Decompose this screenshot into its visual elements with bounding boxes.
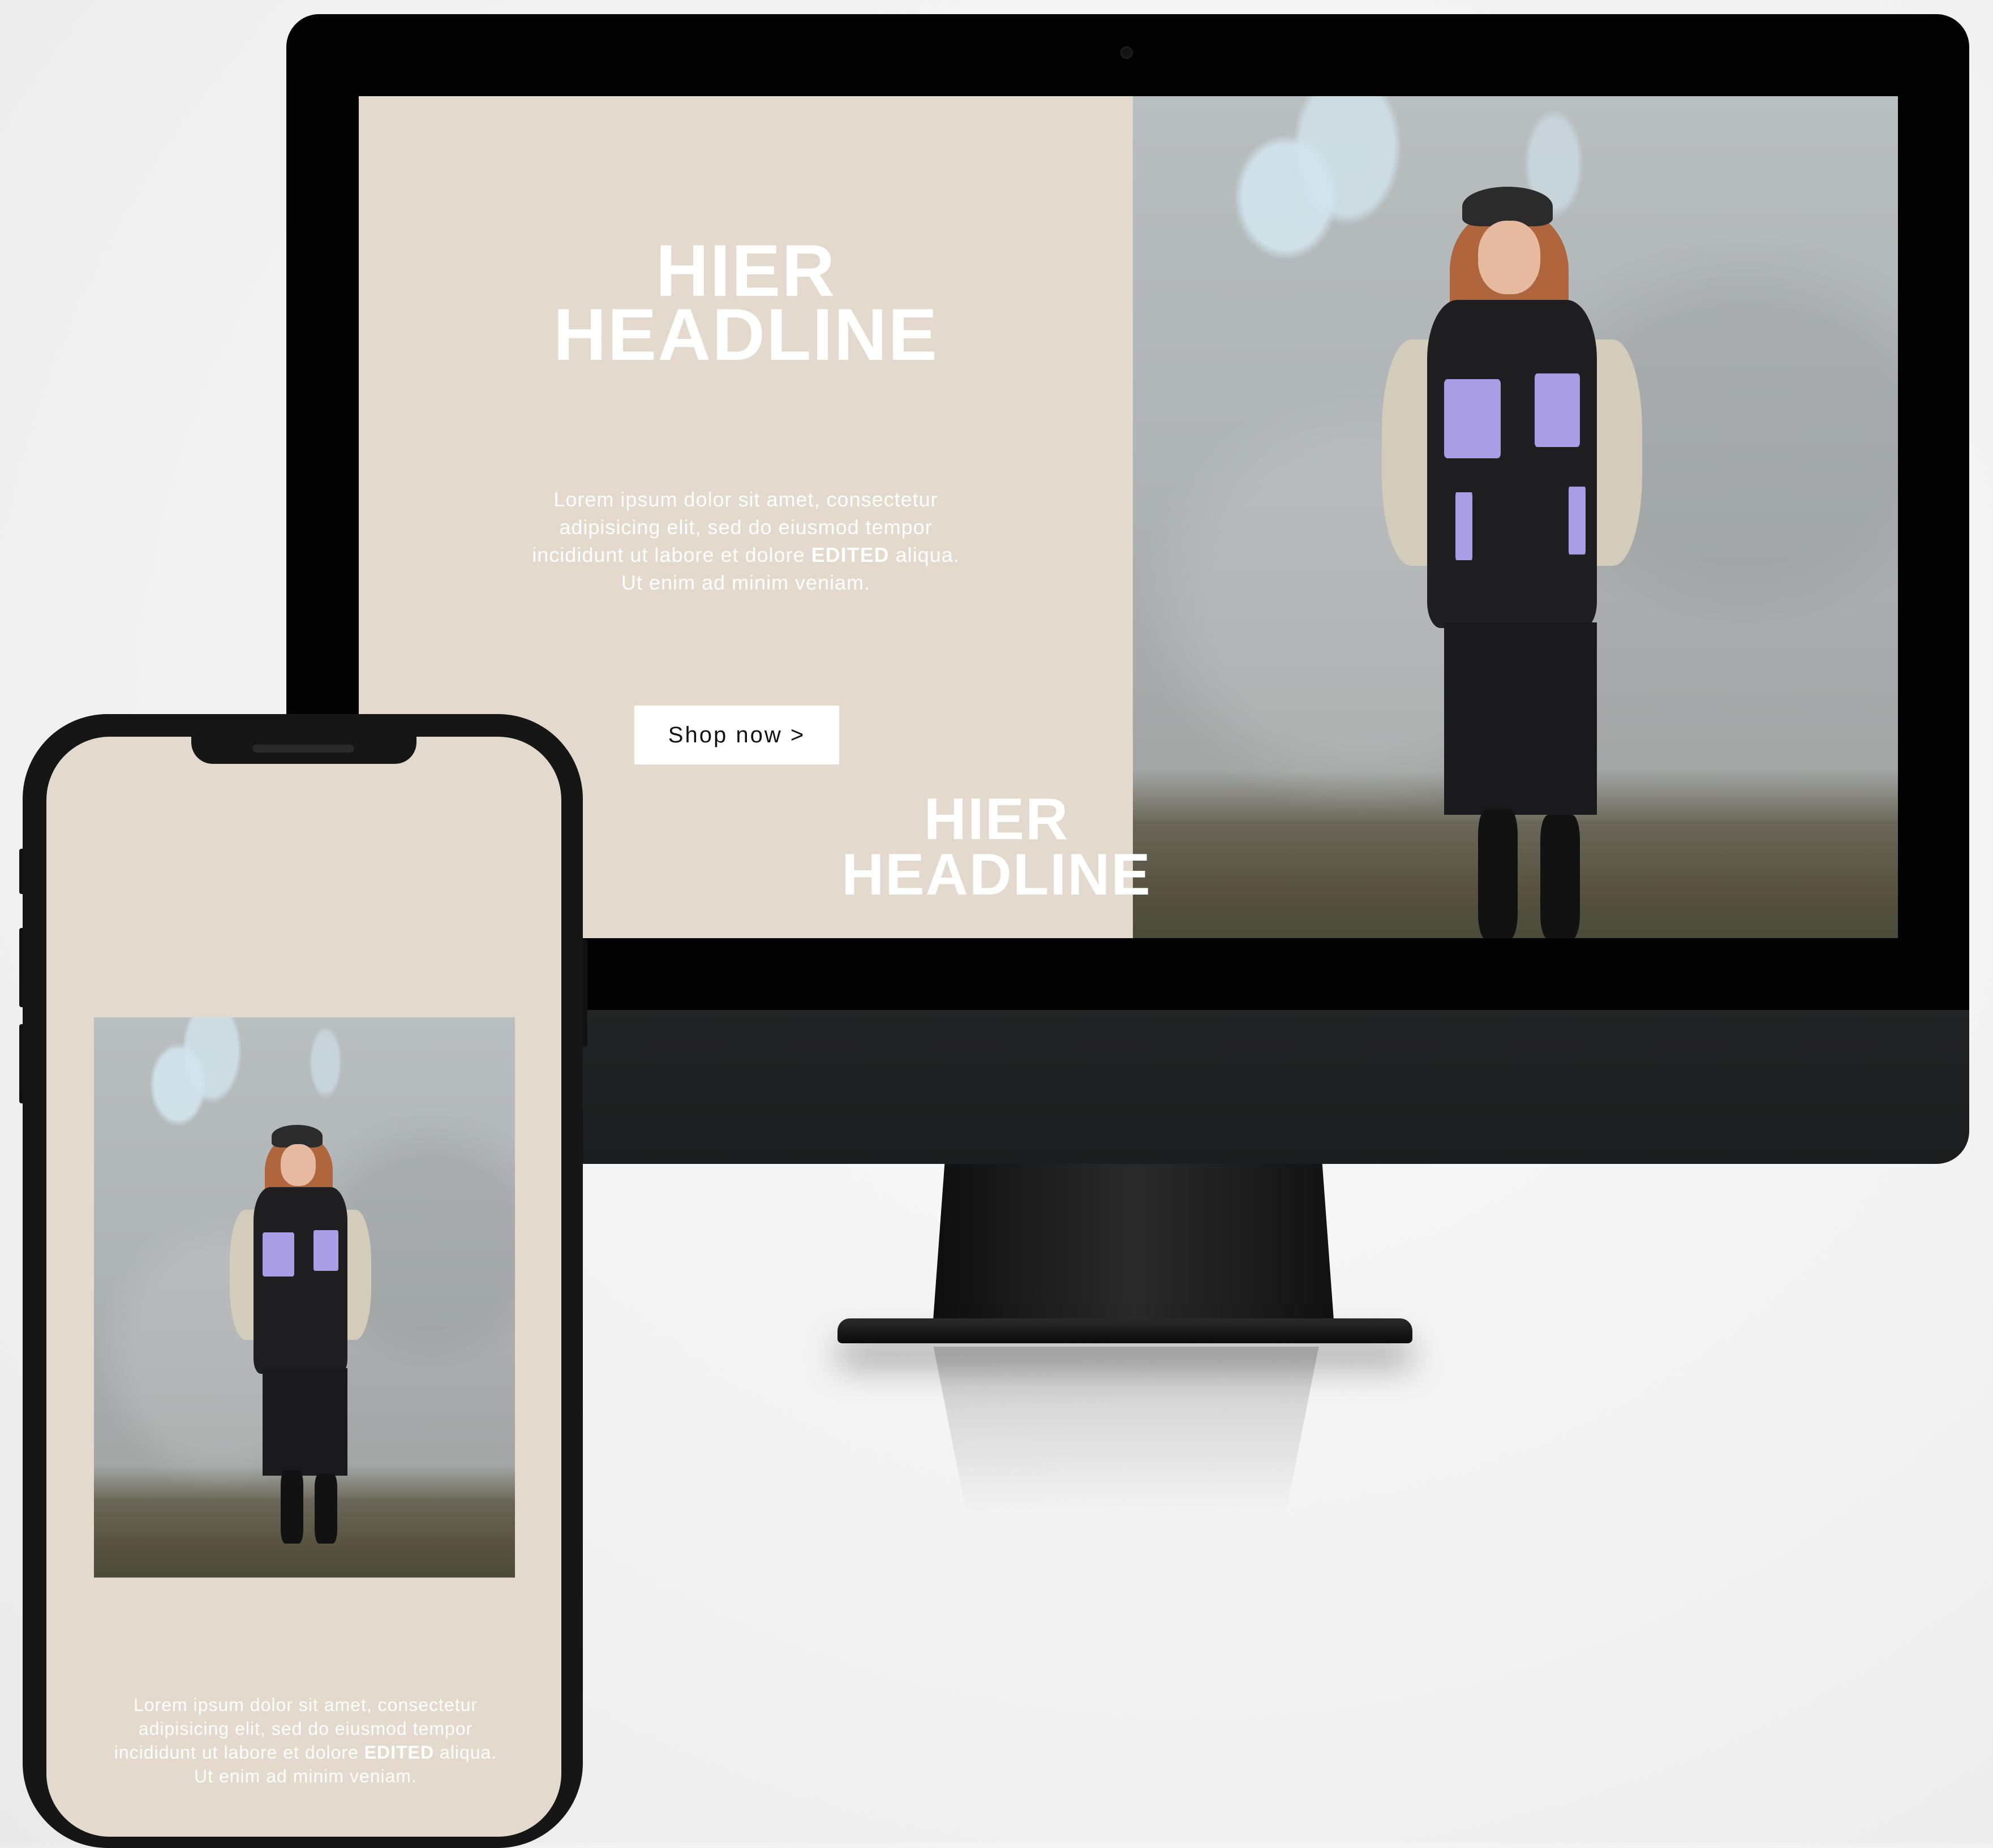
monitor-foot bbox=[837, 1318, 1412, 1343]
shop-now-button[interactable]: Shop now > bbox=[634, 706, 839, 764]
desktop-body-text: Lorem ipsum dolor sit amet, consectetur … bbox=[519, 485, 972, 596]
monitor-reflection bbox=[933, 1347, 1319, 1516]
camera-icon bbox=[1120, 46, 1133, 59]
mobile-headline-line1: HIER bbox=[924, 787, 1069, 852]
mobile-headline-line2: HEADLINE bbox=[841, 842, 1152, 908]
model-figure bbox=[230, 1125, 371, 1549]
mobile-body-text: Lorem ipsum dolor sit amet, consectetur … bbox=[108, 1693, 504, 1788]
fashion-model-photo bbox=[94, 1017, 515, 1578]
monitor-stand bbox=[933, 1164, 1334, 1328]
mobile-body-text-bold: EDITED bbox=[364, 1742, 435, 1763]
desktop-body-text-bold: EDITED bbox=[811, 543, 890, 566]
speaker-icon bbox=[252, 745, 354, 753]
desktop-headline-line2: HEADLINE bbox=[553, 293, 939, 376]
